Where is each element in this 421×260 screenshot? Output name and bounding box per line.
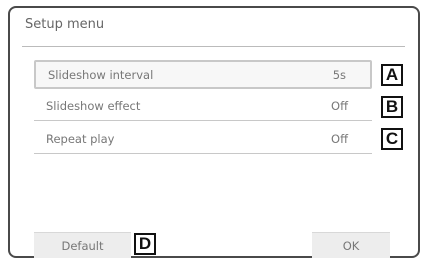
setting-value: Off (331, 132, 348, 146)
callout-marker-a: A (381, 64, 403, 86)
ok-button[interactable]: OK (312, 232, 390, 258)
callout-marker-c: C (381, 128, 403, 150)
title-divider (22, 46, 405, 47)
callout-marker-d: D (134, 233, 156, 255)
setting-row-slideshow-effect[interactable]: Slideshow effect Off (34, 92, 372, 121)
default-button[interactable]: Default (34, 232, 131, 258)
setting-row-repeat-play[interactable]: Repeat play Off (34, 125, 372, 154)
callout-marker-b: B (381, 96, 403, 118)
page-title: Setup menu (25, 17, 105, 32)
setting-label: Repeat play (46, 132, 115, 146)
setting-value: Off (331, 99, 348, 113)
setting-label: Slideshow effect (46, 99, 141, 113)
setting-label: Slideshow interval (48, 67, 154, 82)
setting-row-slideshow-interval[interactable]: Slideshow interval 5s (34, 60, 372, 89)
setting-value: 5s (332, 67, 346, 82)
